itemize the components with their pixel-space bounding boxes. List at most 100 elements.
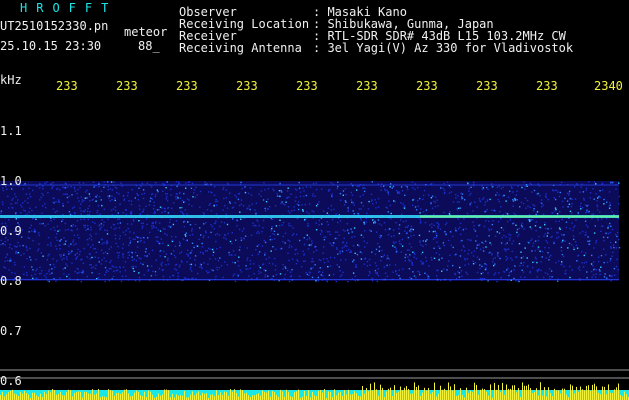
noise-pixel xyxy=(470,186,472,188)
noise-pixel xyxy=(288,240,291,242)
noise-pixel xyxy=(377,274,380,277)
noise-pixel xyxy=(437,225,439,228)
noise-pixel xyxy=(73,206,76,208)
noise-pixel xyxy=(152,221,154,224)
noise-pixel xyxy=(78,237,80,239)
noise-pixel xyxy=(222,186,225,189)
noise-pixel xyxy=(164,228,166,231)
noise-pixel xyxy=(228,254,231,256)
noise-pixel xyxy=(310,244,312,246)
noise-pixel xyxy=(512,191,514,193)
noise-pixel xyxy=(371,277,373,280)
noise-pixel xyxy=(296,189,298,191)
noise-pixel xyxy=(239,269,241,271)
spike xyxy=(8,392,9,400)
noise-pixel xyxy=(14,193,16,195)
noise-pixel xyxy=(527,205,529,207)
noise-pixel xyxy=(147,237,149,239)
spike xyxy=(148,390,149,400)
noise-pixel xyxy=(583,197,585,200)
noise-pixel xyxy=(536,276,538,278)
spike xyxy=(16,394,17,400)
noise-pixel xyxy=(80,281,82,283)
noise-pixel xyxy=(185,240,188,242)
noise-pixel xyxy=(559,211,561,213)
noise-pixel xyxy=(383,221,386,224)
spike xyxy=(232,391,233,400)
noise-pixel xyxy=(467,239,469,241)
spike xyxy=(50,392,51,400)
noise-pixel xyxy=(28,187,30,189)
noise-pixel xyxy=(151,225,153,227)
noise-pixel xyxy=(32,269,34,271)
noise-pixel xyxy=(315,188,318,191)
noise-pixel xyxy=(404,256,406,259)
noise-pixel xyxy=(592,265,594,267)
noise-pixel xyxy=(152,270,154,273)
noise-pixel xyxy=(500,227,503,229)
noise-pixel xyxy=(318,201,320,203)
noise-pixel xyxy=(131,265,133,268)
noise-pixel xyxy=(390,212,392,215)
noise-pixel xyxy=(83,247,85,250)
noise-pixel xyxy=(76,228,78,230)
noise-pixel xyxy=(509,237,511,239)
noise-pixel xyxy=(83,199,85,202)
noise-pixel xyxy=(69,213,72,216)
noise-pixel xyxy=(339,251,341,253)
noise-pixel xyxy=(491,253,493,255)
noise-pixel xyxy=(74,213,76,215)
noise-pixel xyxy=(240,203,243,206)
noise-pixel xyxy=(56,248,58,250)
noise-pixel xyxy=(127,192,129,194)
noise-pixel xyxy=(520,257,523,259)
spike xyxy=(342,396,343,400)
spike xyxy=(36,395,37,400)
noise-pixel xyxy=(58,201,60,204)
noise-pixel xyxy=(376,231,378,233)
noise-pixel xyxy=(326,221,328,223)
noise-pixel xyxy=(155,193,157,196)
noise-pixel xyxy=(180,251,183,253)
spike xyxy=(462,395,463,400)
noise-pixel xyxy=(154,222,157,224)
noise-pixel xyxy=(376,272,379,274)
noise-pixel xyxy=(508,239,511,241)
noise-pixel xyxy=(131,259,134,262)
noise-pixel xyxy=(579,269,581,271)
noise-pixel xyxy=(398,240,401,242)
noise-pixel xyxy=(34,273,36,276)
noise-pixel xyxy=(473,181,475,183)
noise-pixel xyxy=(527,241,529,243)
spike xyxy=(604,386,605,400)
noise-pixel xyxy=(42,255,44,257)
noise-pixel xyxy=(508,271,511,274)
noise-pixel xyxy=(534,240,537,242)
noise-pixel xyxy=(357,244,359,246)
noise-pixel xyxy=(603,276,606,278)
spike xyxy=(280,389,281,400)
noise-pixel xyxy=(132,219,134,221)
noise-pixel xyxy=(525,207,527,209)
noise-pixel xyxy=(134,251,137,254)
noise-pixel xyxy=(393,200,395,202)
noise-pixel xyxy=(480,272,483,275)
noise-pixel xyxy=(66,275,68,278)
noise-pixel xyxy=(199,251,202,253)
noise-pixel xyxy=(573,246,575,248)
noise-pixel xyxy=(108,248,110,250)
noise-pixel xyxy=(77,248,79,251)
noise-pixel xyxy=(425,240,427,242)
noise-pixel xyxy=(584,234,586,236)
noise-pixel xyxy=(341,250,344,253)
noise-pixel xyxy=(441,270,443,272)
noise-pixel xyxy=(296,233,298,236)
noise-pixel xyxy=(171,239,174,241)
noise-pixel xyxy=(598,268,601,271)
noise-pixel xyxy=(540,202,542,204)
noise-pixel xyxy=(98,196,101,198)
noise-pixel xyxy=(122,254,124,256)
noise-pixel xyxy=(202,212,205,214)
noise-pixel xyxy=(536,269,538,271)
noise-pixel xyxy=(138,187,140,189)
